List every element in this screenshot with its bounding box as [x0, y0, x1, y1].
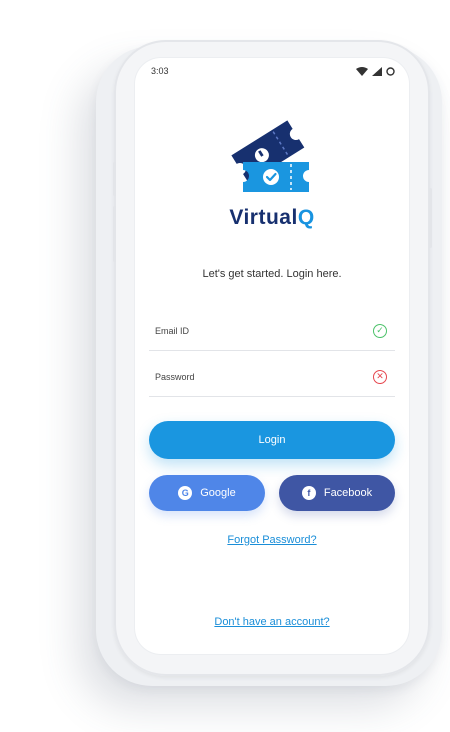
facebook-icon: f [301, 486, 316, 500]
side-button [113, 206, 116, 262]
tagline: Let's get started. Login here. [202, 268, 342, 280]
google-icon: G [178, 486, 193, 500]
app-name: VirtualQ [135, 206, 409, 230]
email-field[interactable]: Email ID ✓ [149, 311, 395, 351]
side-button [113, 162, 116, 196]
forgot-password-link[interactable]: Forgot Password? [135, 534, 409, 546]
status-bar: 3:03 [135, 58, 409, 84]
status-icons [356, 66, 395, 76]
app-name-part1: Virtual [229, 206, 298, 229]
password-label: Password [155, 371, 195, 382]
password-field[interactable]: Password ✕ [149, 357, 395, 397]
ticket-logo-icon [231, 120, 309, 192]
battery-icon [386, 66, 395, 76]
status-time: 3:03 [151, 66, 169, 76]
email-label: Email ID [155, 325, 190, 336]
google-label: Google [200, 487, 236, 499]
facebook-login-button[interactable]: f Facebook [279, 475, 395, 511]
wifi-icon [356, 66, 368, 76]
app-name-part2: Q [297, 206, 315, 229]
signup-link[interactable]: Don't have an account? [135, 616, 409, 628]
signal-icon [372, 66, 382, 76]
google-login-button[interactable]: G Google [149, 475, 265, 511]
check-circle-icon: ✓ [373, 323, 387, 338]
x-circle-icon: ✕ [373, 369, 387, 384]
side-button [429, 188, 432, 248]
facebook-label: Facebook [323, 487, 373, 499]
login-button[interactable]: Login [149, 421, 395, 459]
app-logo [227, 116, 317, 196]
app-screen: 3:03 VirtualQ Let's get started. Login h… [135, 58, 409, 654]
